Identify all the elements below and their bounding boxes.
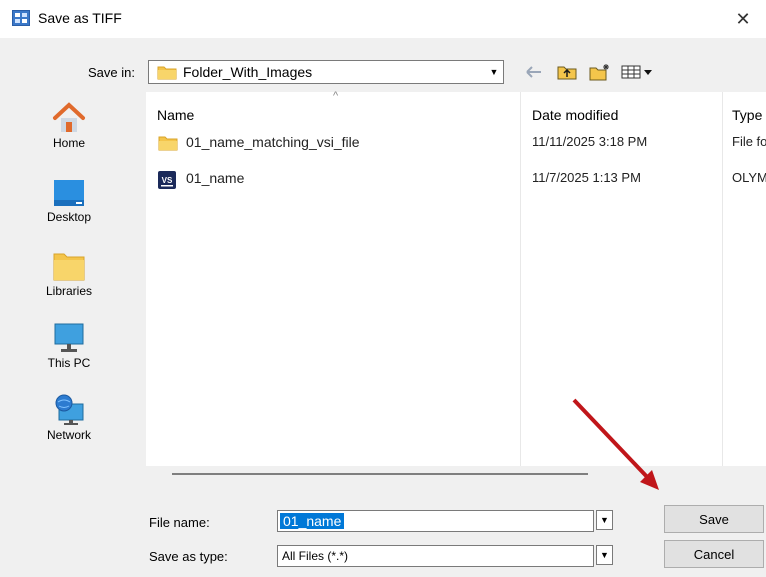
sort-ascending-icon: ^	[333, 90, 339, 102]
place-home[interactable]: Home	[34, 100, 104, 150]
home-icon	[53, 102, 85, 132]
file-name-label: File name:	[149, 515, 210, 530]
column-header-type[interactable]: Type	[732, 107, 762, 123]
save-button[interactable]: Save	[664, 505, 764, 533]
file-name: 01_name_matching_vsi_file	[186, 134, 360, 150]
place-label: Network	[46, 428, 91, 442]
save-in-combobox[interactable]: Folder_With_Images ▼	[148, 60, 504, 84]
list-item[interactable]: VS 01_name 11/7/2025 1:13 PM OLYMPUS	[146, 167, 766, 193]
scrollbar-thumb[interactable]	[172, 473, 588, 475]
libraries-icon	[53, 253, 85, 281]
cancel-button[interactable]: Cancel	[664, 540, 764, 568]
app-icon	[12, 10, 30, 26]
places-bar: Home Desktop Libraries This PC Network	[34, 92, 144, 462]
save-dialog: Save as TIFF ✕ Save in: Folder_With_Imag…	[0, 0, 766, 577]
file-date: 11/11/2025 3:18 PM	[532, 134, 648, 149]
place-label: This PC	[47, 356, 91, 370]
save-as-type-value: All Files (*.*)	[282, 549, 349, 563]
vsi-file-badge: VS	[162, 176, 173, 185]
close-icon: ✕	[735, 8, 751, 29]
folder-icon	[158, 136, 178, 151]
place-this-pc[interactable]: This PC	[34, 322, 104, 370]
save-in-value: Folder_With_Images	[183, 64, 313, 80]
place-desktop[interactable]: Desktop	[34, 178, 104, 224]
file-date: 11/7/2025 1:13 PM	[532, 170, 641, 185]
vsi-file-icon: VS	[158, 171, 176, 189]
close-button[interactable]: ✕	[720, 0, 766, 38]
save-as-type-select[interactable]: All Files (*.*)	[277, 545, 594, 567]
place-libraries[interactable]: Libraries	[34, 250, 104, 298]
column-header-name[interactable]: Name	[157, 107, 194, 123]
place-label: Libraries	[45, 284, 93, 298]
file-name-value: 01_name	[280, 513, 345, 529]
list-item[interactable]: 01_name_matching_vsi_file 11/11/2025 3:1…	[146, 131, 766, 157]
file-name: 01_name	[186, 170, 245, 186]
up-folder-icon[interactable]	[556, 62, 578, 82]
save-in-label: Save in:	[88, 65, 135, 80]
back-arrow-icon[interactable]	[524, 62, 544, 82]
file-type: OLYMPUS	[732, 170, 766, 185]
dialog-title: Save as TIFF	[38, 10, 122, 26]
place-network[interactable]: Network	[34, 392, 104, 442]
chevron-down-icon[interactable]: ▼	[596, 510, 613, 530]
desktop-icon	[54, 180, 84, 206]
chevron-down-icon[interactable]: ▼	[484, 61, 503, 83]
horizontal-scrollbar[interactable]	[146, 466, 766, 486]
computer-icon	[54, 323, 84, 352]
title-bar: Save as TIFF ✕	[0, 0, 766, 38]
view-menu-icon[interactable]	[620, 62, 656, 82]
new-folder-icon[interactable]	[588, 62, 612, 82]
column-header-date[interactable]: Date modified	[532, 107, 618, 123]
chevron-down-icon[interactable]: ▼	[596, 545, 613, 565]
folder-icon	[157, 66, 177, 80]
place-label: Desktop	[46, 210, 92, 224]
place-label: Home	[52, 136, 85, 150]
file-name-input[interactable]: 01_name	[277, 510, 594, 532]
save-as-type-label: Save as type:	[149, 549, 228, 564]
file-type: File folder	[732, 134, 766, 149]
network-icon	[55, 394, 84, 425]
